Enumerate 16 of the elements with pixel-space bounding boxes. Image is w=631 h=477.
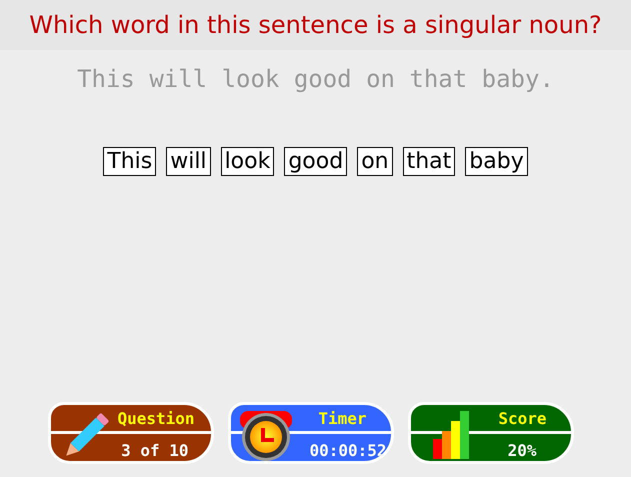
badge-label: Question: [117, 409, 194, 428]
badge-value: 00:00:52: [309, 441, 386, 460]
badge-label: Timer: [318, 409, 366, 428]
word-button[interactable]: on: [357, 147, 393, 176]
word-button[interactable]: This: [103, 147, 156, 176]
word-button[interactable]: will: [166, 147, 211, 176]
sentence-text: This will look good on that baby.: [76, 65, 555, 93]
question-text: Which word in this sentence is a singular noun?: [0, 0, 631, 50]
badge-value: 3 of 10: [121, 441, 188, 460]
word-button[interactable]: that: [402, 147, 456, 176]
word-button[interactable]: look: [220, 147, 274, 176]
badge-label: Score: [498, 409, 546, 428]
badge-value: 20%: [508, 441, 536, 460]
clock-icon: [238, 409, 292, 461]
word-button[interactable]: baby: [465, 147, 528, 176]
word-button[interactable]: good: [284, 147, 348, 176]
